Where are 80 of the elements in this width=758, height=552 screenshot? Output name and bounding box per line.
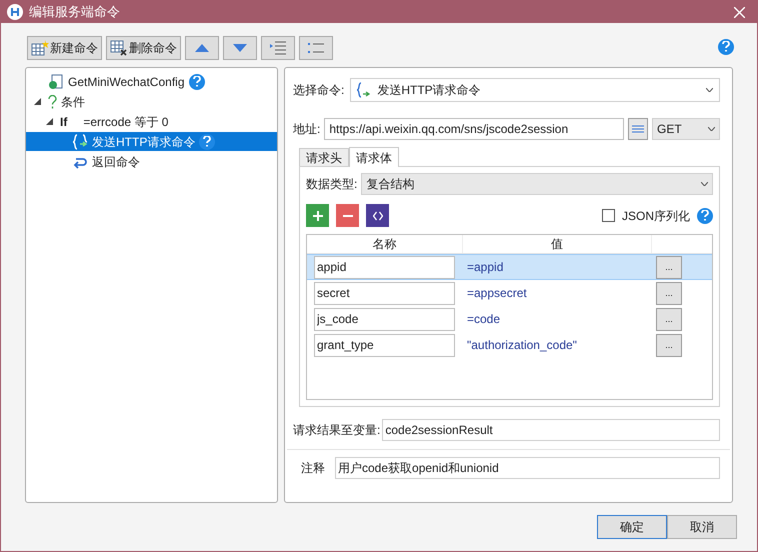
- ok-button[interactable]: 确定: [597, 515, 667, 539]
- name-field[interactable]: secret: [314, 282, 455, 304]
- value-cell-text: =appid: [466, 259, 504, 276]
- parameters-button[interactable]: [628, 118, 648, 140]
- method-select[interactable]: GET: [652, 118, 720, 140]
- remove-row-button[interactable]: [336, 204, 359, 227]
- field-label: 请求结果至变量:: [293, 422, 380, 439]
- minus-icon: [342, 214, 352, 216]
- help-icon[interactable]: [697, 208, 713, 224]
- tree-item[interactable]: 条件: [26, 92, 277, 111]
- tab[interactable]: 请求体: [349, 147, 399, 167]
- name-field[interactable]: grant_type: [314, 334, 455, 356]
- move-down-button[interactable]: [223, 36, 257, 60]
- field-label: 地址:: [293, 121, 320, 138]
- table-row[interactable]: grant_type "authorization_code" ...: [307, 332, 712, 358]
- help-icon[interactable]: [188, 74, 204, 90]
- tree-item-label: GetMiniWechatConfig: [68, 74, 184, 90]
- edit-value-button[interactable]: ...: [656, 282, 682, 304]
- plus-icon: [312, 210, 322, 220]
- tree-item[interactable]: GetMiniWechatConfig: [26, 72, 277, 91]
- data-type-select[interactable]: 复合结构: [361, 173, 713, 195]
- cancel-button[interactable]: 取消: [667, 515, 737, 539]
- window-title: 编辑服务端命令: [29, 3, 121, 22]
- indent-icon: [269, 41, 287, 55]
- tree-item-label: 条件: [61, 94, 85, 110]
- tree-item[interactable]: 发送HTTP请求命令: [26, 132, 277, 151]
- down-arrow-icon: [233, 44, 247, 52]
- help-icon[interactable]: [718, 38, 734, 55]
- dropdown-caret-icon: [701, 182, 708, 186]
- tree-item-label: If: [60, 114, 68, 130]
- add-row-button[interactable]: [306, 204, 329, 227]
- result-variable-field[interactable]: code2sessionResult: [382, 419, 720, 441]
- tree-item-label: 发送HTTP请求命令: [92, 134, 196, 150]
- dropdown-caret-icon: [706, 88, 713, 92]
- name-field[interactable]: appid: [314, 256, 455, 278]
- tree-item[interactable]: If =errcode 等于 0: [26, 112, 277, 131]
- question-mark-icon: [48, 94, 57, 108]
- delete-table-icon: [110, 40, 128, 56]
- code-button[interactable]: [366, 204, 389, 227]
- field-label: 数据类型:: [306, 176, 358, 193]
- address-field[interactable]: https://api.weixin.qq.com/sns/jscode2session: [324, 118, 624, 140]
- json-checkbox[interactable]: [602, 209, 615, 222]
- tree-item[interactable]: 返回命令: [26, 152, 277, 171]
- comment-field[interactable]: 用户code获取openid和unionid: [335, 457, 720, 479]
- app-logo-icon: [7, 4, 23, 20]
- list-button[interactable]: [299, 36, 333, 60]
- dropdown-caret-icon: [708, 127, 715, 131]
- field-label: 选择命令:: [293, 82, 344, 99]
- edit-value-button[interactable]: ...: [656, 256, 682, 278]
- table-row[interactable]: secret =appsecret ...: [307, 280, 712, 306]
- checkbox-label: JSON序列化: [622, 208, 690, 224]
- tree-item-label: 返回命令: [92, 154, 140, 170]
- column-header: 名称: [307, 235, 463, 253]
- value-cell-text: =appsecret: [466, 285, 528, 302]
- value-cell-text: =code: [466, 311, 502, 328]
- column-header: 值: [463, 235, 652, 253]
- edit-value-button[interactable]: ...: [656, 334, 682, 356]
- indent-button[interactable]: [261, 36, 295, 60]
- new-command-button[interactable]: 新建命令: [27, 36, 102, 60]
- tab[interactable]: 请求头: [299, 148, 349, 166]
- field-label: 注释: [301, 460, 325, 477]
- expand-triangle-icon[interactable]: [46, 118, 53, 125]
- http-request-icon: [72, 134, 88, 150]
- delete-command-button[interactable]: 删除命令: [106, 36, 181, 60]
- http-request-icon: [357, 82, 372, 98]
- expand-triangle-icon[interactable]: [34, 98, 41, 105]
- close-icon[interactable]: [734, 6, 745, 18]
- condition-text: =errcode 等于 0: [83, 114, 168, 130]
- name-field[interactable]: js_code: [314, 308, 455, 330]
- new-table-icon: [31, 40, 49, 56]
- edit-value-button[interactable]: ...: [656, 308, 682, 330]
- code-icon: [372, 210, 382, 220]
- table-row[interactable]: js_code =code ...: [307, 306, 712, 332]
- up-arrow-icon: [195, 44, 209, 52]
- command-select[interactable]: 发送HTTP请求命令: [350, 78, 720, 102]
- move-up-button[interactable]: [185, 36, 219, 60]
- help-icon[interactable]: [199, 134, 216, 150]
- value-cell-text: "authorization_code": [466, 337, 578, 354]
- table-row[interactable]: appid =appid ...: [307, 254, 712, 280]
- list-icon: [307, 41, 325, 55]
